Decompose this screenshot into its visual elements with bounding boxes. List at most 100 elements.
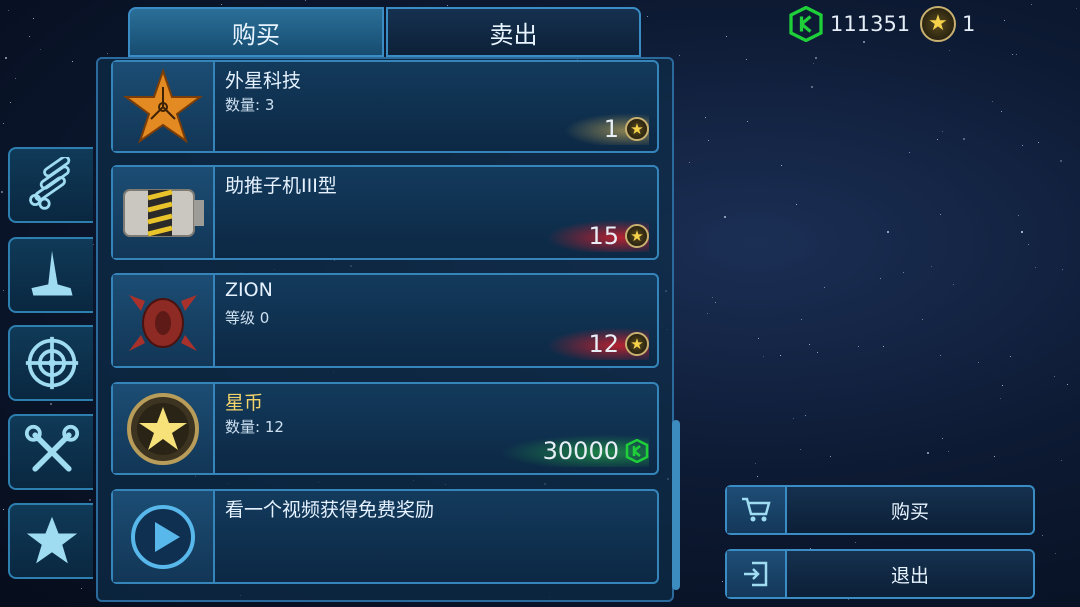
background-star bbox=[937, 139, 938, 140]
background-star bbox=[1042, 535, 1043, 536]
price-value: 30000 bbox=[542, 437, 619, 465]
item-icon-box bbox=[113, 62, 215, 151]
sidebar-item-ships[interactable] bbox=[8, 237, 93, 313]
background-star bbox=[715, 302, 716, 303]
background-star bbox=[796, 204, 797, 205]
background-star bbox=[679, 55, 680, 56]
list-item-free-video[interactable]: 看一个视频获得免费奖励 bbox=[111, 489, 659, 584]
item-name: 看一个视频获得免费奖励 bbox=[225, 499, 435, 521]
background-star bbox=[813, 63, 814, 64]
booster-module-icon bbox=[123, 188, 204, 237]
background-star bbox=[1021, 231, 1023, 233]
background-star bbox=[3, 290, 4, 291]
background-star bbox=[903, 272, 904, 273]
tools-icon bbox=[24, 424, 79, 472]
background-star bbox=[1067, 384, 1068, 385]
background-star bbox=[705, 117, 706, 118]
background-star bbox=[994, 456, 995, 457]
background-star bbox=[800, 449, 801, 450]
background-star bbox=[793, 418, 794, 419]
list-item-star-coins[interactable]: 星币 数量: 12 30000 bbox=[111, 382, 659, 475]
background-star bbox=[747, 121, 748, 122]
star-coin-icon: ★ bbox=[625, 224, 649, 248]
price-value: 1 bbox=[603, 115, 619, 143]
star-coin-icon bbox=[127, 392, 199, 465]
background-star bbox=[1055, 553, 1056, 554]
background-star bbox=[15, 78, 16, 79]
star-coin-icon: ★ bbox=[625, 117, 649, 141]
background-star bbox=[817, 352, 818, 353]
list-item-alien-tech[interactable]: 外星科技 数量: 3 1 ★ bbox=[111, 60, 659, 153]
background-star bbox=[689, 162, 690, 163]
exit-button[interactable]: 退出 bbox=[725, 549, 1035, 599]
background-star bbox=[942, 438, 943, 439]
background-star bbox=[724, 216, 726, 218]
cart-icon bbox=[727, 487, 787, 533]
background-star bbox=[3, 123, 4, 124]
background-star bbox=[1061, 460, 1062, 461]
item-name: 助推子机III型 bbox=[225, 175, 337, 197]
background-star bbox=[1031, 4, 1032, 5]
item-quantity: 数量: 3 bbox=[225, 96, 275, 114]
item-icon-box bbox=[113, 491, 215, 582]
background-star bbox=[883, 346, 884, 347]
background-star bbox=[1076, 8, 1077, 9]
item-price: 12 ★ bbox=[548, 328, 649, 360]
background-star bbox=[887, 231, 889, 233]
list-item-zion[interactable]: ZION 等级 0 12 ★ bbox=[111, 273, 659, 368]
background-star bbox=[940, 214, 941, 215]
background-star bbox=[805, 415, 806, 416]
sidebar-item-upgrades[interactable] bbox=[8, 414, 93, 490]
list-scrollbar[interactable] bbox=[672, 420, 680, 590]
background-star bbox=[221, 4, 222, 5]
tab-sell[interactable]: 卖出 bbox=[386, 7, 641, 57]
sidebar-item-components[interactable] bbox=[8, 147, 93, 223]
sidebar-item-special[interactable] bbox=[8, 503, 93, 579]
tab-buy[interactable]: 购买 bbox=[128, 7, 384, 57]
sidebar-item-weapons[interactable] bbox=[8, 325, 93, 401]
background-star bbox=[3, 509, 4, 510]
exit-button-label: 退出 bbox=[890, 564, 929, 587]
background-star bbox=[963, 138, 965, 140]
background-star bbox=[801, 319, 802, 320]
background-star bbox=[708, 140, 709, 141]
play-video-icon bbox=[131, 504, 195, 569]
green-currency-amount: 111351 bbox=[830, 12, 911, 36]
green-credit-icon bbox=[625, 439, 649, 463]
background-star bbox=[763, 356, 764, 357]
list-item-booster[interactable]: 助推子机III型 15 ★ bbox=[111, 165, 659, 260]
background-star bbox=[1016, 54, 1017, 55]
background-star bbox=[1010, 356, 1011, 357]
star-coin-icon: ★ bbox=[625, 332, 649, 356]
background-star bbox=[1002, 385, 1003, 386]
star-coin-icon: ★ bbox=[920, 6, 956, 42]
background-star bbox=[855, 542, 856, 543]
item-name: ZION bbox=[225, 279, 273, 301]
buy-button[interactable]: 购买 bbox=[725, 485, 1035, 535]
background-star bbox=[1028, 244, 1029, 245]
background-star bbox=[72, 61, 73, 62]
alien-tech-star-icon bbox=[123, 67, 203, 144]
background-star bbox=[93, 244, 94, 245]
gold-currency-amount: 1 bbox=[962, 12, 976, 36]
background-star bbox=[447, 5, 448, 6]
background-star bbox=[757, 476, 758, 477]
background-star bbox=[722, 581, 723, 582]
item-icon-box bbox=[113, 384, 215, 473]
wing-icon bbox=[30, 250, 73, 296]
item-icon-box bbox=[113, 275, 215, 366]
background-star bbox=[726, 36, 727, 37]
green-currency-display: 111351 bbox=[788, 6, 910, 42]
price-value: 15 bbox=[588, 222, 619, 250]
background-star bbox=[33, 18, 34, 19]
background-star bbox=[811, 86, 813, 88]
background-star bbox=[50, 403, 52, 405]
background-star bbox=[712, 297, 713, 298]
gold-currency-display: ★ 1 bbox=[920, 6, 975, 42]
background-star bbox=[10, 102, 11, 103]
item-quantity: 数量: 12 bbox=[225, 418, 284, 436]
background-star bbox=[1060, 160, 1062, 162]
background-star bbox=[978, 362, 979, 363]
background-star bbox=[29, 36, 30, 37]
background-star bbox=[942, 131, 943, 132]
